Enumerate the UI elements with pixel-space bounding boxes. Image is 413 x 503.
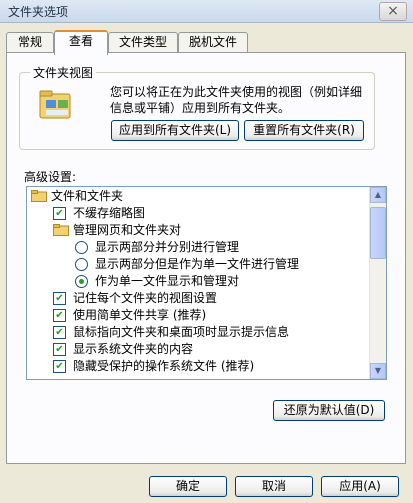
folder-views-description: 您可以将正在为此文件夹使用的视图（例如详细信息或平铺）应用到所有文件夹。 — [110, 85, 363, 115]
checkbox-hide-protected-os-files[interactable]: ✔ — [53, 360, 66, 373]
advanced-settings-label: 高级设置: — [24, 170, 77, 184]
title-bar: 文件夹选项 × — [0, 0, 413, 23]
folder-icon — [31, 190, 47, 202]
checkbox-show-tooltips[interactable]: ✔ — [53, 326, 66, 339]
reset-all-folders-button[interactable]: 重置所有文件夹(R) — [244, 120, 364, 141]
close-button[interactable]: × — [379, 2, 407, 21]
advanced-settings-list[interactable]: 文件和文件夹 ✔ 不缓存缩略图 管理网页和文件夹对 显示两部分并分别进行管理 显… — [26, 186, 387, 380]
list-item-label: 不缓存缩略图 — [73, 206, 146, 220]
window-title: 文件夹选项 — [8, 5, 69, 19]
list-item-label: 显示两部分并分别进行管理 — [95, 240, 240, 254]
scroll-up-icon[interactable]: ▲ — [370, 187, 386, 203]
cancel-button[interactable]: 取消 — [235, 476, 313, 497]
list-item-label: 使用简单文件共享 (推荐) — [73, 308, 207, 322]
folder-icon — [53, 224, 69, 236]
close-icon: × — [387, 3, 399, 19]
tab-file-types[interactable]: 文件类型 — [108, 32, 178, 52]
scroll-down-icon[interactable]: ▼ — [370, 363, 386, 379]
list-item-label: 隐藏受保护的操作系统文件 (推荐) — [73, 359, 255, 373]
checkbox-show-system-folder-contents[interactable]: ✔ — [53, 343, 66, 356]
restore-defaults-button[interactable]: 还原为默认值(D) — [273, 400, 385, 421]
tab-offline-files[interactable]: 脱机文件 — [178, 32, 248, 52]
checkbox-simple-file-sharing[interactable]: ✔ — [53, 309, 66, 322]
checkbox-remember-view-settings[interactable]: ✔ — [53, 292, 66, 305]
list-scrollbar[interactable]: ▲ ▼ — [369, 187, 386, 379]
apply-button[interactable]: 应用(A) — [321, 476, 399, 497]
radio-show-single-file[interactable] — [75, 275, 88, 288]
tab-view[interactable]: 查看 — [54, 30, 108, 55]
list-item-label: 管理网页和文件夹对 — [73, 223, 182, 237]
scroll-thumb[interactable] — [370, 207, 386, 259]
radio-show-both-manage-separately[interactable] — [75, 241, 88, 254]
folder-view-icon — [39, 90, 71, 119]
tab-general[interactable]: 常规 — [6, 32, 54, 52]
list-item-label: 鼠标指向文件夹和桌面项时显示提示信息 — [73, 325, 290, 339]
radio-show-both-manage-single[interactable] — [75, 258, 88, 271]
list-item-label: 作为单一文件显示和管理对 — [95, 274, 240, 288]
list-item-label: 显示两部分但是作为单一文件进行管理 — [95, 257, 300, 271]
list-item-label: 文件和文件夹 — [51, 189, 124, 203]
list-item-label: 显示系统文件夹的内容 — [73, 342, 194, 356]
list-item-label: 记住每个文件夹的视图设置 — [73, 291, 218, 305]
ok-button[interactable]: 确定 — [149, 476, 227, 497]
checkbox-no-thumbnail-cache[interactable]: ✔ — [53, 207, 66, 220]
apply-to-all-folders-button[interactable]: 应用到所有文件夹(L) — [111, 120, 239, 141]
folder-views-label: 文件夹视图 — [30, 64, 97, 81]
